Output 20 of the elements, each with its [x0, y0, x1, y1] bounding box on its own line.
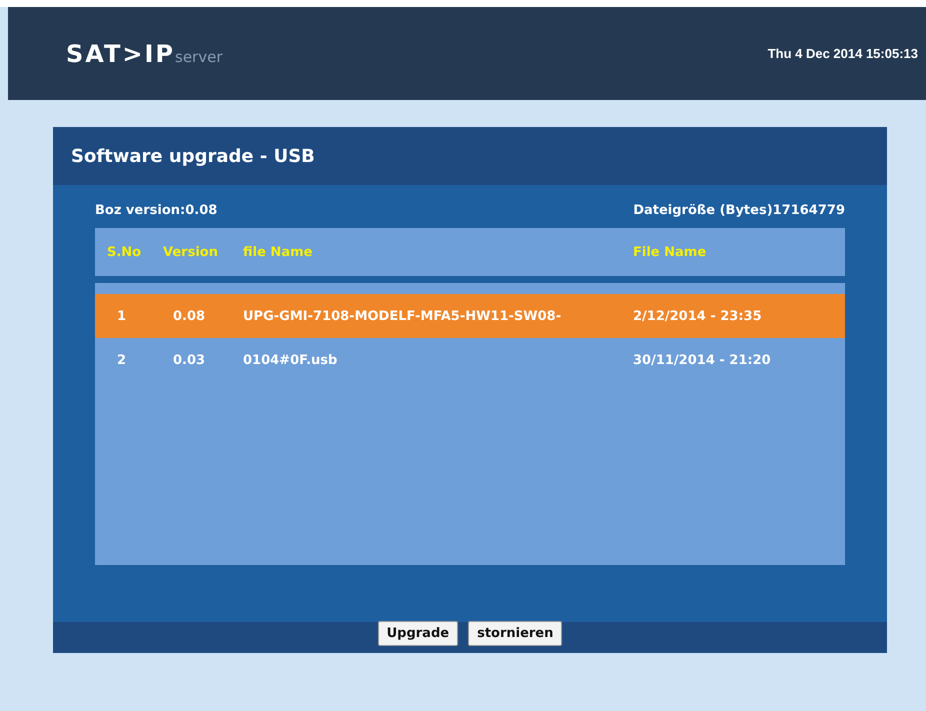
table-cell-text: 0.03	[172, 352, 206, 368]
table-cell-text: 2/12/2014 - 23:35	[633, 308, 763, 324]
table-cell-text: UPG-GMI-7108-MODELF-MFA5-HW11-SW08-	[243, 308, 562, 324]
box-version: Boz version:0.08	[95, 203, 218, 218]
file-size: Dateigröße (Bytes)17164779	[633, 203, 845, 218]
column-header: file Name	[243, 244, 314, 260]
column-header: S.No	[106, 244, 142, 260]
table-cell-text: 30/11/2014 - 21:20	[633, 352, 772, 368]
table-cell-text: 0.08	[172, 308, 206, 324]
table-cell-text: 2	[116, 352, 128, 368]
column-header: File Name	[633, 244, 708, 260]
table-cell-text: 0104#0F.usb	[243, 352, 338, 368]
panel-title: Software upgrade - USB	[53, 127, 887, 185]
upgrade-button[interactable]: Upgrade	[378, 621, 458, 646]
cancel-button[interactable]: stornieren	[468, 621, 562, 646]
logo-text: SAT>IP	[66, 40, 175, 68]
column-header: Version	[162, 244, 219, 260]
date-time: Thu 4 Dec 2014 15:05:13	[768, 46, 918, 61]
table-cell-text: 1	[116, 308, 128, 324]
logo-subtext: server	[175, 48, 222, 66]
